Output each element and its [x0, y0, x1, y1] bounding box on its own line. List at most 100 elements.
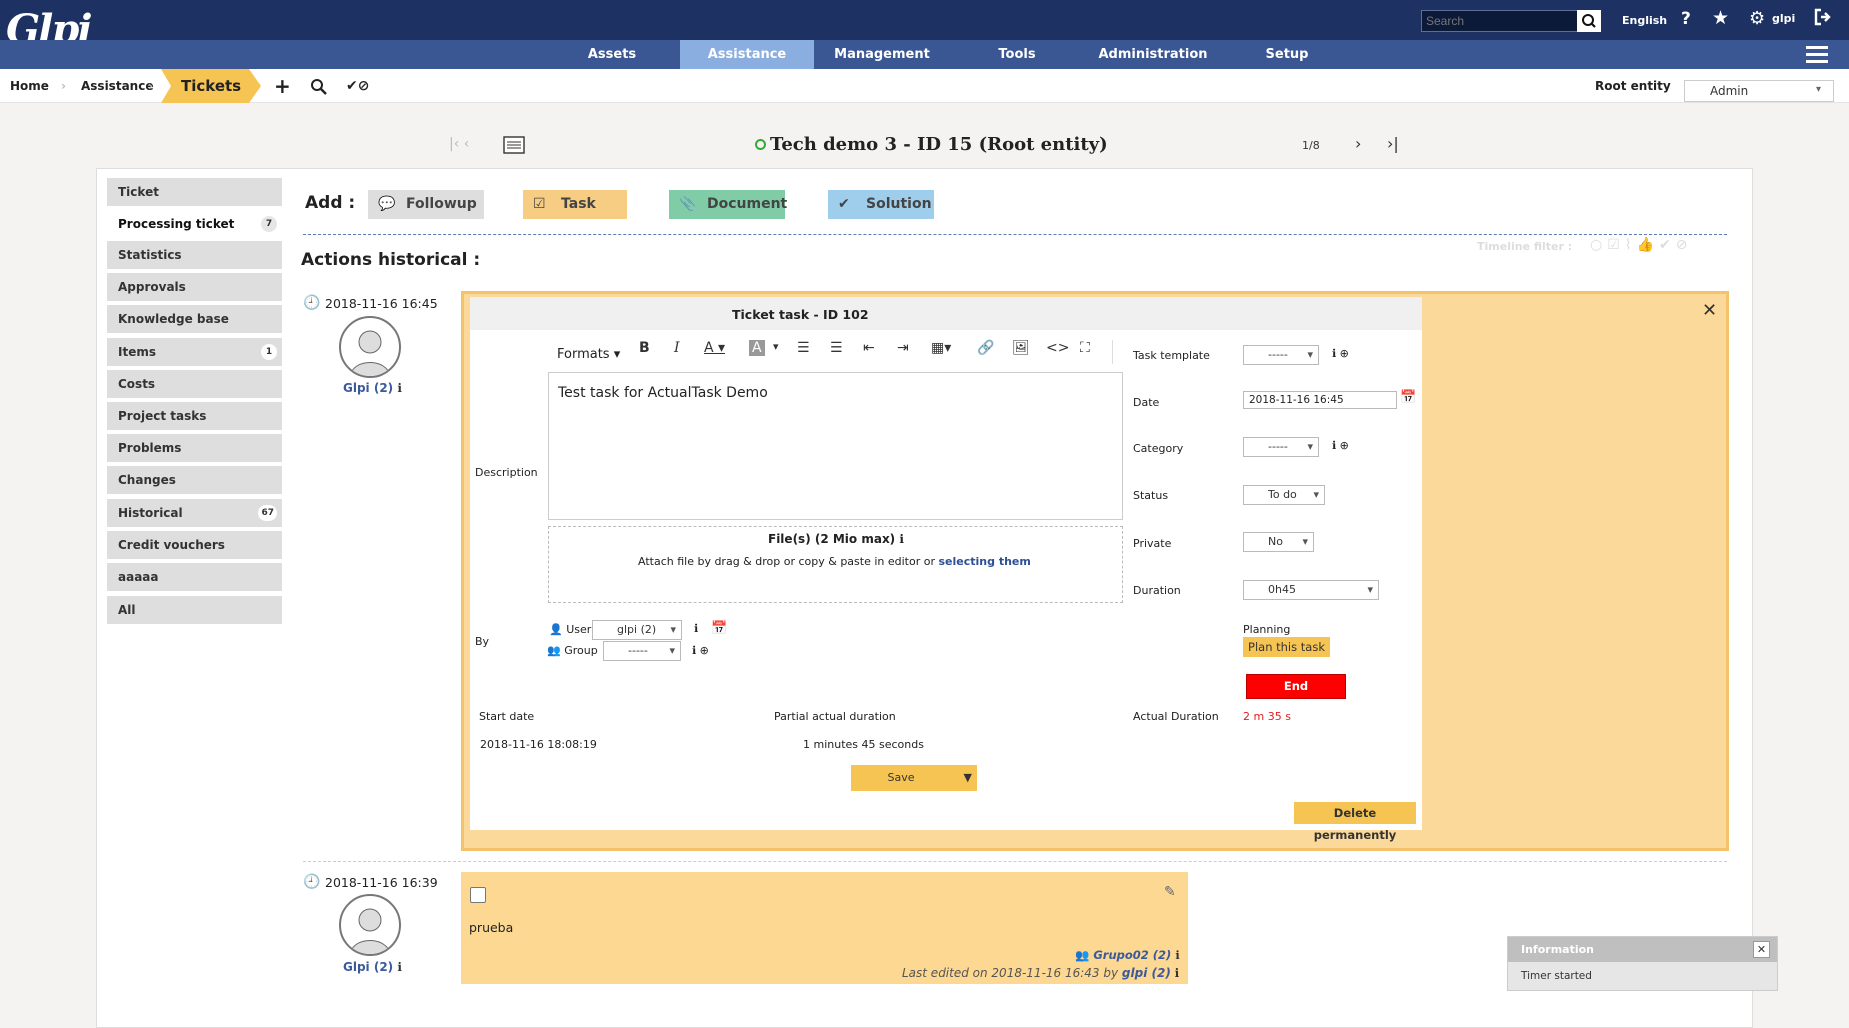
sidebar-item-ticket[interactable]: Ticket [107, 178, 282, 206]
group-link[interactable]: 👥 Grupo02 (2) ℹ [1075, 948, 1180, 962]
timeline-filter-icons[interactable]: ○☑⌇👍✔⊘ [1590, 237, 1693, 253]
breadcrumb-home[interactable]: Home [10, 69, 49, 103]
sidebar-item-approvals[interactable]: Approvals [107, 273, 282, 301]
info-icon[interactable]: ℹ [694, 622, 698, 635]
info-icon[interactable]: ℹ ⊕ [692, 644, 709, 657]
description-label: Description [475, 466, 538, 479]
notification-title: Information [1521, 943, 1594, 956]
sidebar-item-processing-ticket[interactable]: Processing ticket 7 [107, 210, 282, 238]
task-done-checkbox[interactable] [470, 887, 486, 903]
calendar-icon[interactable]: 📅 [711, 621, 727, 636]
text-color-icon[interactable]: A ▾ [704, 340, 725, 356]
sidebar-item-items[interactable]: Items 1 [107, 338, 282, 366]
image-icon[interactable]: 🖼 [1012, 340, 1030, 356]
menu-administration[interactable]: Administration [1090, 40, 1216, 69]
user-menu[interactable]: glpi [1772, 12, 1795, 25]
add-document-button[interactable]: 📎 Document [669, 190, 787, 219]
table-icon[interactable]: ▦▾ [931, 340, 951, 356]
sidebar-item-all[interactable]: All [107, 596, 282, 624]
duration-select[interactable]: 0h45 [1243, 580, 1379, 600]
sidebar-item-costs[interactable]: Costs [107, 370, 282, 398]
calendar-icon[interactable]: 📅 [1400, 390, 1416, 405]
author-link[interactable]: Glpi (2) ℹ [343, 381, 402, 395]
bullet-list-icon[interactable]: ☰ [797, 340, 810, 356]
chevron-down-icon[interactable]: ▼ [964, 765, 972, 791]
sidebar-item-problems[interactable]: Problems [107, 434, 282, 462]
menu-management[interactable]: Management [822, 40, 942, 69]
close-icon[interactable]: ✕ [1753, 941, 1770, 958]
italic-icon[interactable]: I [674, 340, 680, 356]
add-task-button[interactable]: ☑ Task [523, 190, 627, 219]
code-icon[interactable]: <> [1046, 340, 1069, 356]
outdent-icon[interactable]: ⇤ [863, 340, 875, 356]
breadcrumb-tickets[interactable]: Tickets [161, 69, 261, 103]
sidebar-item-credit-vouchers[interactable]: Credit vouchers [107, 531, 282, 559]
group-select[interactable]: ----- [603, 641, 681, 661]
description-editor[interactable]: Test task for ActualTask Demo [548, 372, 1123, 520]
search-input[interactable] [1421, 10, 1578, 32]
star-icon[interactable]: ★ [1712, 7, 1729, 29]
info-icon[interactable]: ℹ ⊕ [1332, 439, 1349, 452]
search-button[interactable] [1577, 10, 1601, 32]
category-label: Category [1133, 442, 1184, 455]
fullscreen-icon[interactable]: ⛶ [1080, 340, 1090, 356]
help-icon[interactable]: ? [1681, 9, 1691, 29]
select-files-link[interactable]: selecting them [939, 555, 1031, 568]
save-button[interactable]: Save ▼ [851, 765, 977, 791]
logout-icon[interactable] [1814, 8, 1832, 29]
menu-setup[interactable]: Setup [1236, 40, 1338, 69]
numbered-list-icon[interactable]: ☰ [830, 340, 843, 356]
close-icon[interactable]: ✕ [1702, 300, 1717, 321]
actual-duration-value: 2 m 35 s [1243, 710, 1291, 723]
chevron-down-icon[interactable]: ▾ [773, 340, 779, 353]
start-date-label: Start date [479, 710, 535, 723]
entry-date: 2018-11-16 16:45 [325, 296, 438, 311]
formats-dropdown[interactable]: Formats ▾ [557, 347, 620, 362]
private-select[interactable]: No [1243, 532, 1314, 552]
link-icon[interactable]: 🔗 [977, 340, 994, 356]
first-record-icon[interactable]: |‹ ‹ [449, 136, 469, 152]
info-icon[interactable]: ℹ ⊕ [1332, 347, 1349, 360]
edit-icon[interactable]: ✎ [1164, 884, 1176, 900]
saved-search-icon[interactable]: ✔⊘ [346, 69, 369, 103]
search-icon [1582, 14, 1596, 28]
add-icon[interactable]: + [274, 69, 291, 103]
user-icon: 👤 [549, 623, 563, 636]
start-date-value: 2018-11-16 18:08:19 [480, 738, 597, 751]
hamburger-icon[interactable] [1806, 46, 1828, 67]
plan-task-button[interactable]: Plan this task [1243, 637, 1330, 657]
sidebar-item-historical[interactable]: Historical 67 [107, 499, 282, 527]
breadcrumb-assistance[interactable]: Assistance [81, 69, 153, 103]
delete-permanently-button[interactable]: Delete permanently [1294, 802, 1416, 842]
category-select[interactable]: ----- [1243, 437, 1319, 457]
add-solution-button[interactable]: ✔ Solution [828, 190, 934, 219]
indent-icon[interactable]: ⇥ [897, 340, 909, 356]
search-icon[interactable] [310, 78, 328, 99]
end-button[interactable]: End [1246, 674, 1346, 699]
date-input[interactable]: 2018-11-16 16:45 [1243, 391, 1397, 409]
task-template-select[interactable]: ----- [1243, 345, 1319, 365]
menu-assets[interactable]: Assets [565, 40, 659, 69]
menu-assistance[interactable]: Assistance [680, 40, 814, 69]
last-record-icon[interactable]: ›| [1387, 134, 1399, 153]
author-link[interactable]: Glpi (2) ℹ [343, 960, 402, 974]
sidebar-item-statistics[interactable]: Statistics [107, 241, 282, 269]
menu-tools[interactable]: Tools [966, 40, 1068, 69]
sidebar-item-changes[interactable]: Changes [107, 466, 282, 494]
list-view-icon[interactable] [503, 136, 525, 157]
task-form-header [470, 297, 1422, 330]
add-followup-button[interactable]: 💬 Followup [368, 190, 484, 219]
next-record-icon[interactable]: › [1355, 134, 1361, 153]
status-select[interactable]: To do [1243, 485, 1325, 505]
sidebar-item-knowledge-base[interactable]: Knowledge base [107, 305, 282, 333]
sidebar-item-aaaaa[interactable]: aaaaa [107, 563, 282, 591]
chevron-down-icon: ▾ [1816, 84, 1822, 95]
user-select[interactable]: glpi (2) [592, 620, 682, 640]
bold-icon[interactable]: B [639, 340, 650, 356]
entity-select[interactable]: Admin [1684, 80, 1834, 102]
gear-icon[interactable]: ⚙ [1749, 8, 1765, 29]
sidebar-item-project-tasks[interactable]: Project tasks [107, 402, 282, 430]
background-color-icon[interactable]: A [749, 340, 765, 356]
language-link[interactable]: English [1622, 14, 1667, 27]
last-edited-user-link[interactable]: glpi (2) [1122, 966, 1171, 980]
